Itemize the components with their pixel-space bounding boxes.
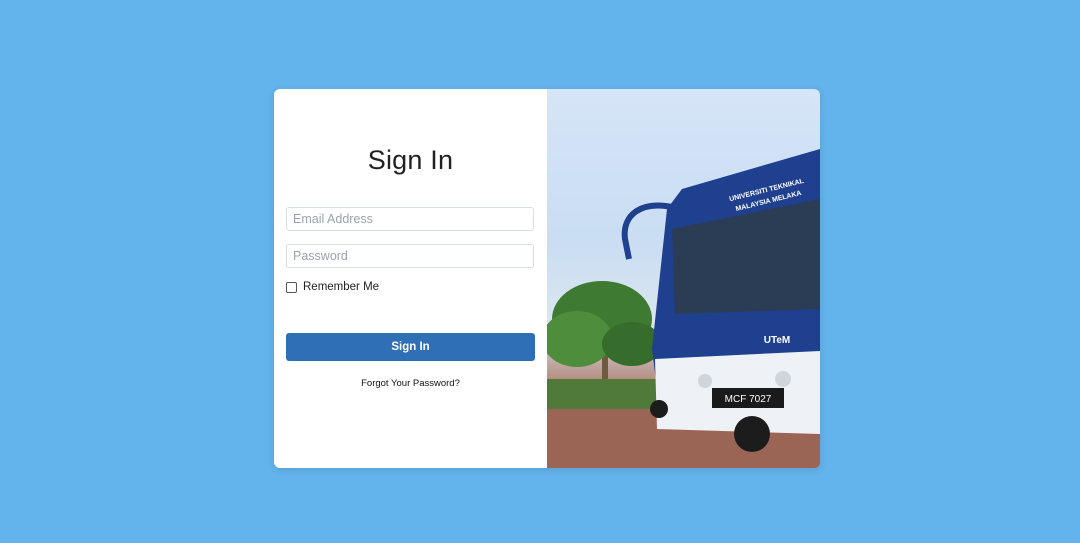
bus-photo: MCF 7027 UNIVERSITI TEKNIKAL MALAYSIA ME…	[547, 89, 820, 468]
remember-label: Remember Me	[303, 281, 380, 293]
palm-trees	[547, 281, 662, 409]
password-field[interactable]	[286, 244, 534, 268]
bus-photo-illustration: MCF 7027 UNIVERSITI TEKNIKAL MALAYSIA ME…	[547, 149, 820, 468]
remember-me[interactable]: Remember Me	[286, 281, 379, 293]
page-background: Sign In Remember Me Sign In Forgot Your …	[0, 0, 1080, 543]
bus: MCF 7027 UNIVERSITI TEKNIKAL MALAYSIA ME…	[621, 149, 820, 452]
license-plate: MCF 7027	[725, 394, 772, 405]
remember-checkbox[interactable]	[286, 281, 297, 293]
login-card: Sign In Remember Me Sign In Forgot Your …	[274, 89, 820, 468]
login-form: Sign In Remember Me Sign In Forgot Your …	[274, 89, 547, 468]
forgot-password-link[interactable]: Forgot Your Password?	[274, 378, 547, 389]
email-field[interactable]	[286, 207, 534, 231]
utem-logo: UTeM	[764, 335, 790, 346]
sign-in-button[interactable]: Sign In	[286, 333, 535, 361]
page-title: Sign In	[367, 145, 454, 175]
